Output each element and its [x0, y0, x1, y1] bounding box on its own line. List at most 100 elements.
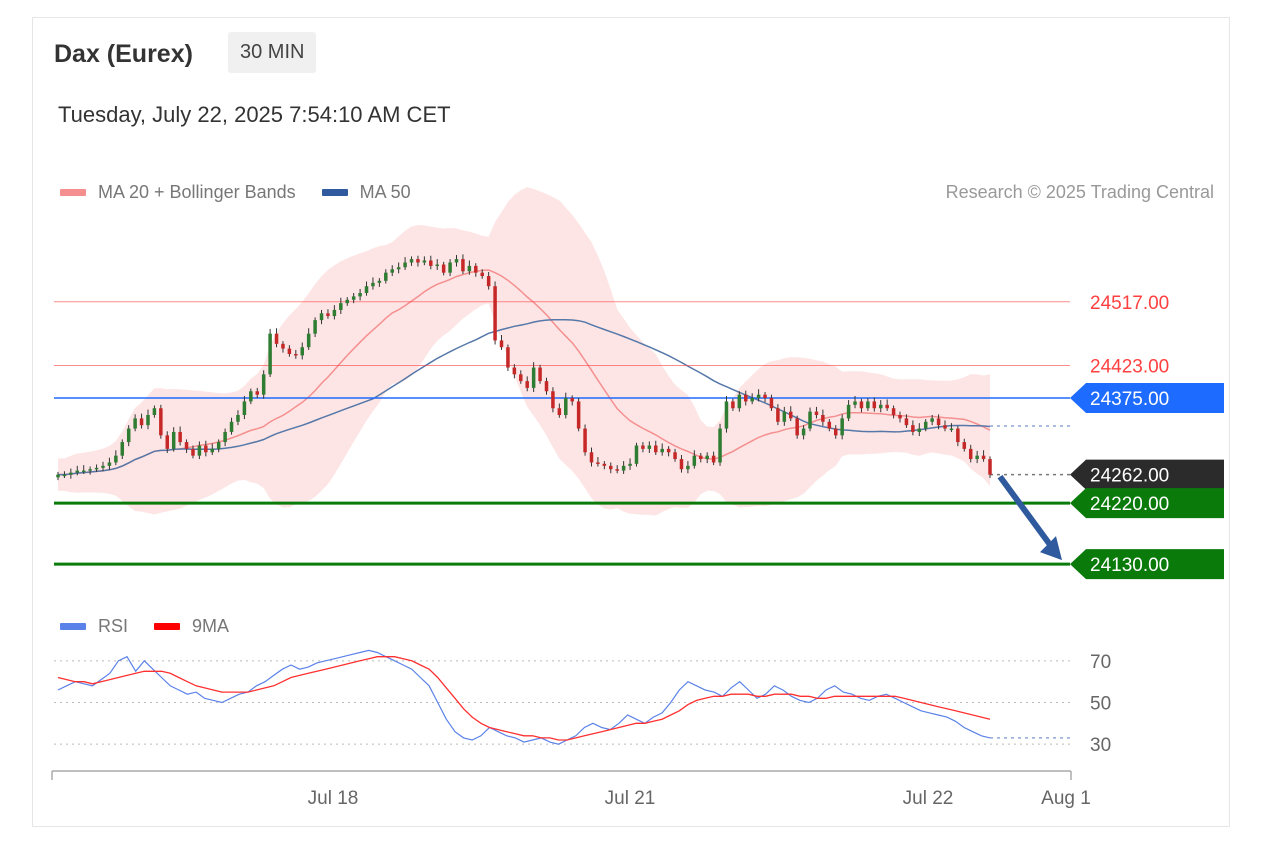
candle-body — [107, 462, 112, 466]
x-tick-label: Jul 21 — [605, 788, 656, 809]
candle-body — [596, 462, 600, 464]
candle-body — [885, 404, 889, 409]
candle-body — [493, 286, 497, 341]
candle-body — [551, 391, 555, 409]
candle-body — [390, 269, 394, 273]
candle-body — [692, 455, 697, 466]
candle-body — [878, 404, 883, 409]
candle-body — [699, 455, 703, 460]
candle-body — [441, 264, 446, 273]
candle-body — [454, 259, 459, 263]
candle-body — [795, 418, 799, 436]
candle-body — [332, 309, 337, 317]
candle-body — [666, 448, 671, 453]
candle-body — [319, 313, 324, 321]
candle-body — [968, 448, 973, 460]
rsi-tick-label: 30 — [1090, 735, 1111, 756]
candle-body — [268, 333, 272, 375]
candle-body — [62, 474, 67, 477]
candle-body — [647, 445, 652, 449]
candle-body — [634, 445, 639, 464]
candle-body — [750, 398, 754, 402]
candle-body — [988, 459, 992, 475]
candle-body — [287, 348, 292, 354]
candle-body — [467, 265, 472, 272]
candle-body — [801, 428, 806, 436]
candle-body — [776, 408, 780, 422]
candle-body — [641, 445, 645, 449]
pivot-label: 24375.00 — [1090, 389, 1169, 410]
candle-body — [339, 303, 343, 310]
candle-body — [216, 442, 221, 449]
candle-body — [846, 404, 851, 419]
projection-arrow — [997, 474, 1057, 552]
candle-body — [763, 394, 767, 399]
candle-body — [197, 445, 202, 456]
candle-body — [975, 455, 979, 460]
candle-body — [705, 455, 709, 460]
candle-body — [69, 472, 73, 475]
candle-body — [756, 394, 761, 399]
candle-body — [461, 259, 465, 272]
candle-body — [81, 470, 86, 473]
candle-body — [956, 428, 960, 443]
candle-body — [570, 398, 574, 402]
candle-body — [255, 391, 260, 395]
candle-body — [480, 272, 484, 277]
candle-body — [351, 296, 356, 300]
candle-body — [422, 260, 427, 263]
candle-body — [416, 259, 420, 263]
candle-body — [866, 401, 870, 409]
candle-body — [358, 293, 362, 297]
candle-body — [345, 299, 349, 304]
candle-body — [859, 401, 864, 409]
candle-body — [326, 313, 330, 317]
candle-body — [474, 265, 478, 273]
candle-body — [557, 408, 562, 415]
candle-body — [602, 463, 607, 466]
candle-body — [409, 259, 414, 263]
candle-body — [159, 408, 163, 436]
candle-body — [609, 465, 613, 470]
candle-body — [583, 428, 587, 453]
support-2-label: 24130.00 — [1090, 555, 1169, 576]
candle-body — [589, 452, 594, 463]
candle-body — [396, 267, 401, 270]
candle-body — [853, 401, 857, 405]
candle-body — [249, 391, 253, 402]
x-tick-label: Jul 22 — [903, 788, 954, 809]
candle-body — [306, 333, 311, 348]
rsi-tick-label: 50 — [1090, 694, 1111, 715]
candle-body — [486, 276, 491, 287]
candle-body — [384, 272, 388, 281]
candle-body — [904, 418, 909, 426]
candle-body — [171, 431, 176, 449]
candle-body — [962, 442, 967, 449]
candle-body — [949, 428, 954, 431]
candle-body — [872, 401, 877, 409]
candle-body — [519, 374, 523, 382]
candle-body — [917, 428, 922, 432]
candle-body — [88, 469, 92, 471]
candle-body — [833, 428, 838, 436]
candle-body — [538, 367, 542, 382]
candle-body — [435, 264, 439, 267]
candle-body — [621, 465, 626, 471]
candle-body — [236, 415, 240, 422]
candle-body — [827, 421, 832, 429]
candle-body — [165, 435, 170, 449]
candle-body — [512, 367, 517, 375]
candle-body — [146, 415, 150, 426]
candle-body — [724, 401, 729, 429]
candle-body — [94, 467, 99, 470]
candle-body — [403, 262, 407, 268]
candle-body — [544, 381, 549, 392]
candle-body — [229, 421, 234, 432]
candle-body — [120, 442, 125, 456]
candle-body — [814, 411, 819, 415]
candle-body — [936, 418, 941, 426]
candle-body — [313, 320, 317, 334]
candle-body — [911, 425, 915, 432]
candle-body — [743, 394, 748, 402]
candle-body — [679, 459, 684, 470]
